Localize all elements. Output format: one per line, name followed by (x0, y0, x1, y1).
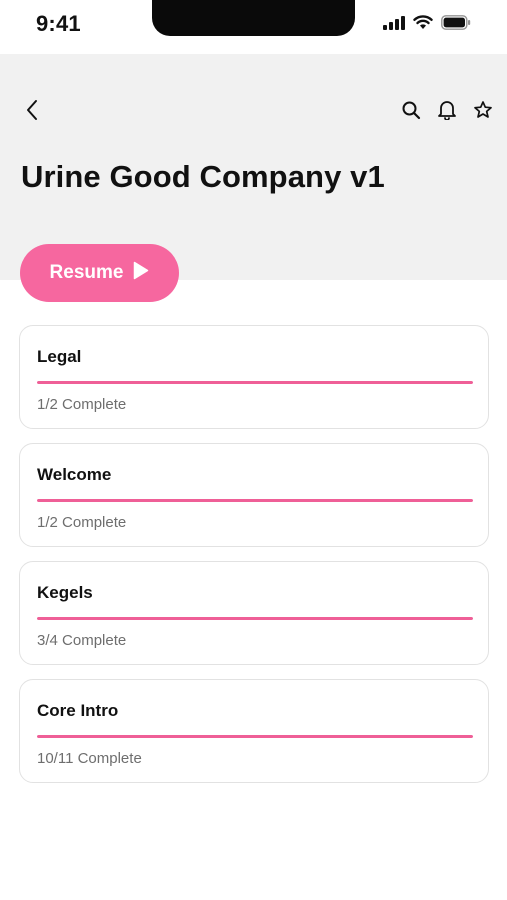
star-icon (473, 100, 493, 125)
progress-bar (37, 499, 473, 502)
module-status: 1/2 Complete (37, 396, 127, 413)
battery-icon (441, 15, 471, 35)
chevron-left-icon (25, 99, 39, 126)
progress-fill (37, 381, 473, 384)
bell-icon (437, 99, 457, 125)
progress-bar (37, 617, 473, 620)
back-button[interactable] (18, 98, 46, 126)
progress-fill (37, 735, 473, 738)
progress-bar (37, 735, 473, 738)
module-title: Legal (37, 347, 82, 366)
module-status: 3/4 Complete (37, 632, 127, 649)
course-screen: 9:41 Urine Good Company v1 Resume Legal … (0, 0, 507, 900)
progress-fill (37, 617, 473, 620)
status-time: 9:41 (36, 11, 81, 36)
module-status: 1/2 Complete (37, 514, 127, 531)
module-title: Welcome (37, 465, 112, 484)
module-status: 10/11 Complete (37, 750, 142, 767)
notifications-button[interactable] (429, 98, 465, 126)
search-button[interactable] (393, 98, 429, 126)
page-title: Urine Good Company v1 (21, 159, 385, 194)
wifi-icon (413, 15, 433, 35)
progress-fill (37, 499, 473, 502)
header-actions (393, 98, 501, 126)
device-notch (152, 0, 355, 36)
progress-bar (37, 381, 473, 384)
module-card[interactable]: Welcome 1/2 Complete (19, 443, 489, 547)
search-icon (401, 100, 421, 125)
module-title: Kegels (37, 583, 93, 602)
module-list: Legal 1/2 Complete Welcome 1/2 Complete … (19, 325, 489, 797)
status-bar: 9:41 (0, 0, 507, 54)
module-card[interactable]: Kegels 3/4 Complete (19, 561, 489, 665)
module-title: Core Intro (37, 701, 119, 720)
module-card[interactable]: Legal 1/2 Complete (19, 325, 489, 429)
resume-label: Resume (49, 262, 124, 283)
signal-icon (383, 15, 405, 35)
favorite-button[interactable] (465, 98, 501, 126)
module-card[interactable]: Core Intro 10/11 Complete (19, 679, 489, 783)
play-icon (133, 261, 149, 286)
status-icons (383, 15, 471, 35)
resume-button[interactable]: Resume (20, 244, 179, 302)
